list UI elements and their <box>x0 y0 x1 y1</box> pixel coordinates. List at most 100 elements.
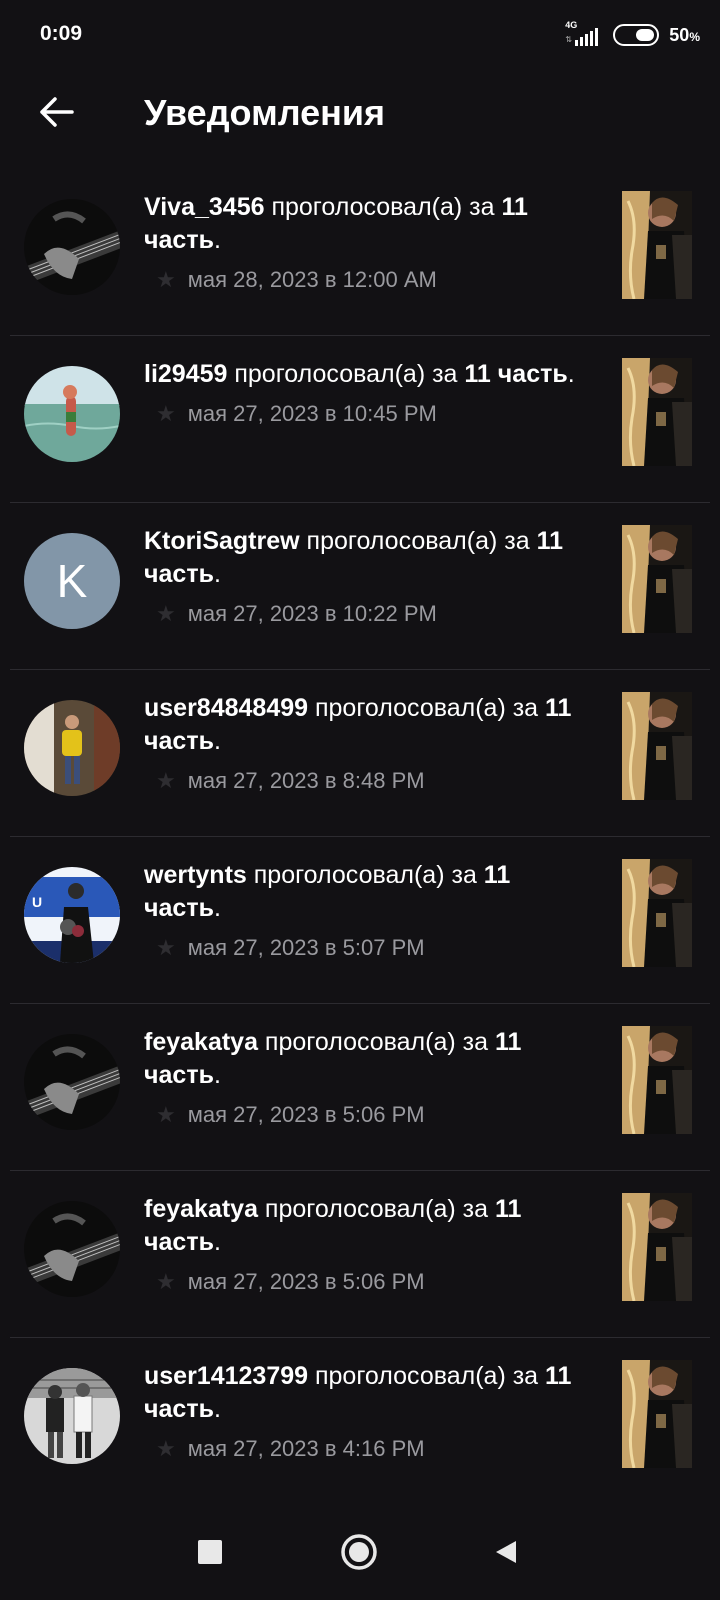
star-icon: ★ <box>156 401 176 426</box>
circle-icon <box>341 1534 377 1570</box>
action-text: проголосовал(а) за <box>308 1362 546 1390</box>
status-bar: 0:09 4G ⇅ 50% <box>0 0 720 68</box>
notification-row[interactable]: feyakatya проголосовал(а) за 11 часть. ★ м… <box>10 1171 710 1338</box>
cellular-signal-icon: 4G ⇅ <box>563 20 603 48</box>
star-icon: ★ <box>156 1269 176 1294</box>
story-cover-thumbnail[interactable] <box>622 358 692 466</box>
notification-meta: ★ мая 27, 2023 в 4:16 PM <box>156 1436 594 1462</box>
message-suffix: . <box>213 894 221 922</box>
username[interactable]: user84848499 <box>144 694 308 722</box>
star-icon: ★ <box>156 935 176 960</box>
notification-meta: ★ мая 27, 2023 в 10:45 PM <box>156 401 594 427</box>
notification-message: user14123799 проголосовал(а) за 11 часть… <box>144 1360 594 1426</box>
timestamp: мая 27, 2023 в 5:07 PM <box>187 935 425 960</box>
notification-message: wertynts проголосовал(а) за 11 часть. <box>144 859 594 925</box>
avatar[interactable]: K <box>24 533 120 629</box>
triangle-back-icon <box>496 1541 516 1563</box>
notification-meta: ★ мая 27, 2023 в 8:48 PM <box>156 768 594 794</box>
battery-icon <box>613 24 660 46</box>
notification-message: li29459 проголосовал(а) за 11 часть. <box>144 358 594 391</box>
notification-row[interactable]: user84848499 проголосовал(а) за 11 часть… <box>10 670 710 837</box>
username[interactable]: feyakatya <box>144 1028 258 1056</box>
action-text: проголосовал(а) за <box>246 861 484 889</box>
username[interactable]: wertynts <box>144 861 247 889</box>
notification-text: feyakatya проголосовал(а) за 11 часть. ★ м… <box>144 1193 594 1295</box>
recents-button[interactable] <box>186 1528 234 1576</box>
notification-text: KtoriSagtrew проголосовал(а) за 11 часть… <box>144 525 594 627</box>
timestamp: мая 27, 2023 в 10:22 PM <box>187 601 437 626</box>
notification-message: user84848499 проголосовал(а) за 11 часть… <box>144 692 594 758</box>
square-icon <box>198 1540 222 1564</box>
message-suffix: . <box>213 727 221 755</box>
back-button[interactable] <box>30 88 82 136</box>
avatar[interactable] <box>24 366 120 462</box>
action-text: проголосовал(а) за <box>257 1028 495 1056</box>
star-icon: ★ <box>156 601 176 626</box>
message-suffix: . <box>213 1395 221 1423</box>
action-text: проголосовал(а) за <box>257 1195 495 1223</box>
battery-percent: 50% <box>669 24 700 45</box>
username[interactable]: feyakatya <box>144 1195 258 1223</box>
avatar[interactable] <box>24 1201 120 1297</box>
story-cover-thumbnail[interactable] <box>622 692 692 800</box>
message-suffix: . <box>213 226 221 254</box>
notification-text: user14123799 проголосовал(а) за 11 часть… <box>144 1360 594 1462</box>
home-button[interactable] <box>335 1528 383 1576</box>
avatar-letter: K <box>57 555 88 607</box>
story-cover-thumbnail[interactable] <box>622 1193 692 1301</box>
timestamp: мая 27, 2023 в 10:45 PM <box>187 401 437 426</box>
star-icon: ★ <box>156 267 176 292</box>
arrow-left-icon <box>40 97 74 127</box>
star-icon: ★ <box>156 768 176 793</box>
story-cover-thumbnail[interactable] <box>622 191 692 299</box>
notification-message: feyakatya проголосовал(а) за 11 часть. <box>144 1193 594 1259</box>
action-text: проголосовал(а) за <box>299 527 537 555</box>
story-cover-thumbnail[interactable] <box>622 1360 692 1468</box>
avatar[interactable]: U <box>24 867 120 963</box>
message-suffix: . <box>213 1228 221 1256</box>
avatar[interactable] <box>24 1368 120 1464</box>
avatar[interactable] <box>24 1034 120 1130</box>
system-back-button[interactable] <box>482 1528 530 1576</box>
notification-text: li29459 проголосовал(а) за 11 часть. ★ мая… <box>144 358 594 427</box>
message-suffix: . <box>213 1061 221 1089</box>
part-title[interactable]: 11 часть <box>464 360 567 388</box>
username[interactable]: user14123799 <box>144 1362 308 1390</box>
action-text: проголосовал(а) за <box>308 694 546 722</box>
notification-row[interactable]: K KtoriSagtrew проголосовал(а) за 11 част… <box>10 503 710 670</box>
story-cover-thumbnail[interactable] <box>622 859 692 967</box>
username[interactable]: Viva_3456 <box>144 193 265 221</box>
notification-text: user84848499 проголосовал(а) за 11 часть… <box>144 692 594 794</box>
notification-row[interactable]: Viva_3456 проголосовал(а) за 11 часть. ★ м… <box>10 169 710 336</box>
notification-text: Viva_3456 проголосовал(а) за 11 часть. ★ м… <box>144 191 594 293</box>
username[interactable]: KtoriSagtrew <box>144 527 300 555</box>
message-suffix: . <box>567 360 575 388</box>
status-time: 0:09 <box>40 22 83 45</box>
notification-text: feyakatya проголосовал(а) за 11 часть. ★ м… <box>144 1026 594 1128</box>
star-icon: ★ <box>156 1102 176 1127</box>
notification-message: Viva_3456 проголосовал(а) за 11 часть. <box>144 191 594 257</box>
action-text: проголосовал(а) за <box>264 193 502 221</box>
notification-row[interactable]: user14123799 проголосовал(а) за 11 часть… <box>10 1338 710 1505</box>
username[interactable]: li29459 <box>144 360 227 388</box>
notification-meta: ★ мая 27, 2023 в 5:07 PM <box>156 935 594 961</box>
notification-meta: ★ мая 27, 2023 в 5:06 PM <box>156 1102 594 1128</box>
avatar[interactable] <box>24 199 120 295</box>
timestamp: мая 28, 2023 в 12:00 AM <box>187 267 437 292</box>
timestamp: мая 27, 2023 в 4:16 PM <box>187 1436 425 1461</box>
notification-message: KtoriSagtrew проголосовал(а) за 11 часть… <box>144 525 594 591</box>
notification-row[interactable]: li29459 проголосовал(а) за 11 часть. ★ мая… <box>10 336 710 503</box>
notification-message: feyakatya проголосовал(а) за 11 часть. <box>144 1026 594 1092</box>
message-suffix: . <box>213 560 221 588</box>
action-text: проголосовал(а) за <box>227 360 465 388</box>
app-header: Уведомления <box>0 80 720 144</box>
notification-row[interactable]: Uwertynts проголосовал(а) за 11 часть. ★ м… <box>10 837 710 1004</box>
notification-row[interactable]: feyakatya проголосовал(а) за 11 часть. ★ м… <box>10 1004 710 1171</box>
star-icon: ★ <box>156 1436 176 1461</box>
notification-meta: ★ мая 27, 2023 в 5:06 PM <box>156 1269 594 1295</box>
avatar[interactable] <box>24 700 120 796</box>
timestamp: мая 27, 2023 в 5:06 PM <box>187 1102 425 1127</box>
story-cover-thumbnail[interactable] <box>622 1026 692 1134</box>
status-icons: 4G ⇅ 50% <box>563 20 700 50</box>
story-cover-thumbnail[interactable] <box>622 525 692 633</box>
